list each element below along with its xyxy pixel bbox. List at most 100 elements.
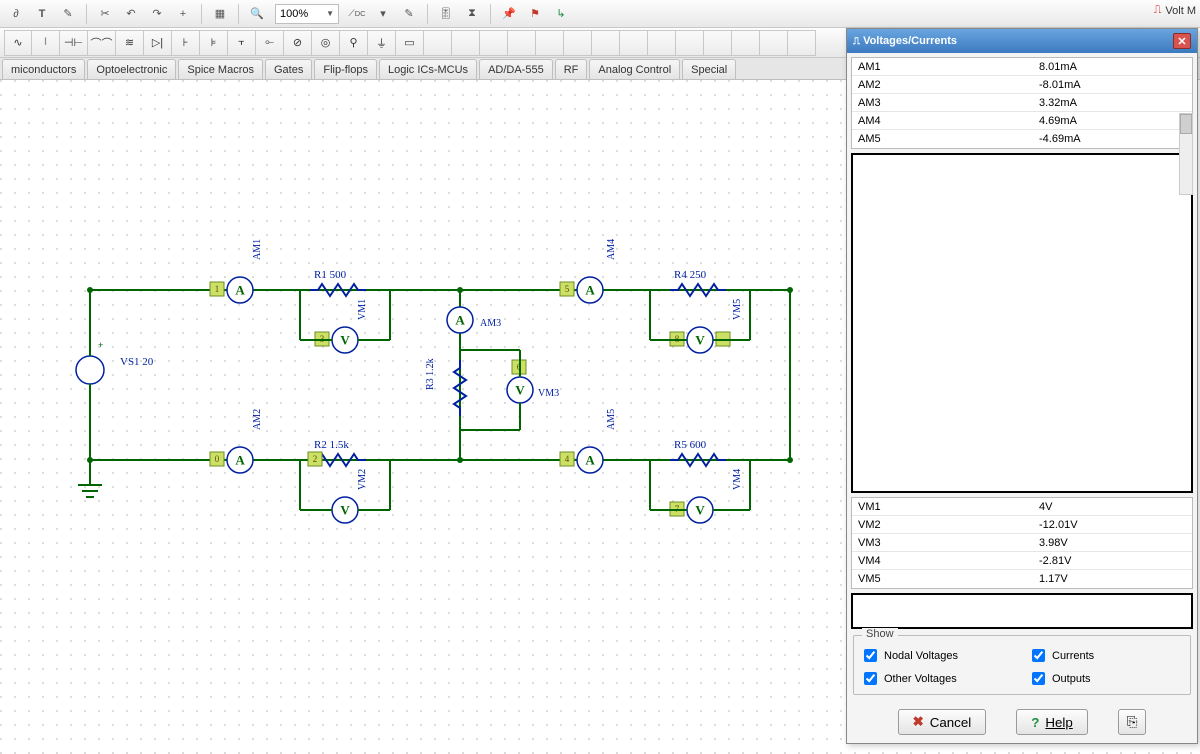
panel-buttons: ✖ Cancel ? Help ⎘: [847, 701, 1197, 743]
panel-title-bar[interactable]: ⎍ Voltages/Currents ✕: [847, 29, 1197, 53]
tab-ad-da[interactable]: AD/DA-555: [479, 59, 553, 79]
voltage-source[interactable]: + VS1 20: [76, 290, 154, 460]
resistor-r5[interactable]: R5 600: [670, 439, 726, 466]
scope-icon[interactable]: ⧗: [460, 3, 484, 25]
scrollbar[interactable]: [1179, 113, 1193, 195]
zoom-icon[interactable]: 🔍: [245, 3, 269, 25]
cancel-button[interactable]: ✖ Cancel: [898, 709, 987, 735]
text-tool-icon[interactable]: T: [30, 3, 54, 25]
svg-text:A: A: [235, 283, 245, 298]
svg-text:A: A: [585, 453, 595, 468]
run-icon[interactable]: ↳: [549, 3, 573, 25]
meter-icon[interactable]: ◎: [312, 30, 340, 56]
help-button[interactable]: ? Help: [1016, 709, 1088, 735]
empty-slot: [452, 30, 480, 56]
ammeter-am1[interactable]: A 1 AM1: [210, 239, 263, 303]
voltmeter-vm1[interactable]: V 3 VM1: [315, 299, 368, 353]
tab-analog-control[interactable]: Analog Control: [589, 59, 680, 79]
tab-logic-ics[interactable]: Logic ICs-MCUs: [379, 59, 477, 79]
voltmeter-vm5[interactable]: V 8 VM5: [670, 299, 743, 353]
ammeter-am3[interactable]: A AM3: [447, 307, 501, 333]
close-button[interactable]: ✕: [1173, 33, 1191, 49]
tab-optoelectronic[interactable]: Optoelectronic: [87, 59, 176, 79]
checkbox-other-voltages[interactable]: Other Voltages: [860, 669, 1016, 688]
pin-icon[interactable]: 📌: [497, 3, 521, 25]
checkbox-currents[interactable]: Currents: [1028, 646, 1184, 665]
svg-text:VM4: VM4: [732, 469, 743, 490]
svg-text:AM2: AM2: [252, 409, 263, 430]
cut-icon[interactable]: ✂: [93, 3, 117, 25]
dc-analysis-icon[interactable]: ⟋DC: [345, 3, 369, 25]
tuning-icon[interactable]: 🎚: [434, 3, 458, 25]
list-item: VM51.17V: [852, 570, 1192, 588]
help-icon: ?: [1031, 715, 1039, 730]
ammeter-am5[interactable]: A 4 AM5: [560, 409, 617, 473]
switch-icon[interactable]: ⟜: [256, 30, 284, 56]
grid-icon[interactable]: ▦: [208, 3, 232, 25]
tab-rf[interactable]: RF: [555, 59, 588, 79]
pnp-icon[interactable]: ⊧: [200, 30, 228, 56]
zoom-input[interactable]: 100% ▼: [275, 4, 339, 24]
italic-icon[interactable]: ∂: [4, 3, 28, 25]
dropdown-icon[interactable]: ▾: [371, 3, 395, 25]
tab-semiconductors[interactable]: miconductors: [2, 59, 85, 79]
list-item: AM18.01mA: [852, 58, 1192, 76]
flag-icon[interactable]: ⚑: [523, 3, 547, 25]
tab-flip-flops[interactable]: Flip-flops: [314, 59, 377, 79]
list-item: AM44.69mA: [852, 112, 1192, 130]
resistor-r4[interactable]: R4 250: [670, 269, 726, 296]
voltmeter-vm3[interactable]: V 6 VM3: [507, 360, 559, 403]
empty-slot: [620, 30, 648, 56]
scrollbar-thumb[interactable]: [1180, 114, 1192, 134]
ammeter-am4[interactable]: A 5 AM4: [560, 239, 617, 303]
resistor-r2[interactable]: 2 R2 1.5k: [308, 439, 366, 466]
probe-icon[interactable]: ✎: [397, 3, 421, 25]
source-icon[interactable]: ⊘: [284, 30, 312, 56]
voltmeter-vm4[interactable]: V 7 VM4: [670, 469, 743, 523]
capacitor-icon[interactable]: ⊣⊢: [60, 30, 88, 56]
svg-text:R5 600: R5 600: [674, 439, 707, 451]
resistor-icon[interactable]: ∿: [4, 30, 32, 56]
checkbox-outputs[interactable]: Outputs: [1028, 669, 1184, 688]
tab-gates[interactable]: Gates: [265, 59, 312, 79]
voltmeter-vm2[interactable]: V VM2: [332, 469, 368, 523]
svg-text:V: V: [340, 333, 350, 348]
npn-icon[interactable]: ⊦: [172, 30, 200, 56]
inductor-icon[interactable]: ⌒⌒: [88, 30, 116, 56]
chip-icon[interactable]: ▭: [396, 30, 424, 56]
ground-symbol: [78, 460, 102, 497]
empty-slot: [648, 30, 676, 56]
add-icon[interactable]: +: [171, 3, 195, 25]
svg-text:5: 5: [565, 284, 570, 294]
checkbox-nodal-voltages[interactable]: Nodal Voltages: [860, 646, 1016, 665]
mosfet-icon[interactable]: ⫟: [228, 30, 256, 56]
ground-icon[interactable]: ⏚: [368, 30, 396, 56]
undo-icon[interactable]: ↶: [119, 3, 143, 25]
zoom-value: 100%: [280, 8, 308, 20]
diode-icon[interactable]: ▷|: [144, 30, 172, 56]
empty-slot: [704, 30, 732, 56]
svg-text:V: V: [695, 333, 705, 348]
results-graph-area: [851, 153, 1193, 493]
svg-text:A: A: [585, 283, 595, 298]
tab-special[interactable]: Special: [682, 59, 736, 79]
chevron-down-icon: ▼: [326, 9, 334, 18]
redo-icon[interactable]: ↷: [145, 3, 169, 25]
potentiometer-icon[interactable]: ⧙: [32, 30, 60, 56]
tab-spice-macros[interactable]: Spice Macros: [178, 59, 263, 79]
svg-text:+: +: [98, 340, 103, 350]
svg-text:4: 4: [565, 454, 570, 464]
svg-text:AM3: AM3: [480, 318, 501, 329]
svg-text:R1 500: R1 500: [314, 269, 347, 281]
transformer-icon[interactable]: ≋: [116, 30, 144, 56]
resistor-r1[interactable]: R1 500: [310, 269, 366, 296]
list-item: AM2-8.01mA: [852, 76, 1192, 94]
exit-icon: ⎘: [1127, 714, 1138, 730]
panel-title: Voltages/Currents: [863, 35, 957, 47]
separator: [201, 4, 202, 24]
svg-text:A: A: [235, 453, 245, 468]
ammeter-am2[interactable]: A 0 AM2: [210, 409, 263, 473]
highlight-icon[interactable]: ✎: [56, 3, 80, 25]
exit-button[interactable]: ⎘: [1118, 709, 1147, 735]
probe2-icon[interactable]: ⚲: [340, 30, 368, 56]
